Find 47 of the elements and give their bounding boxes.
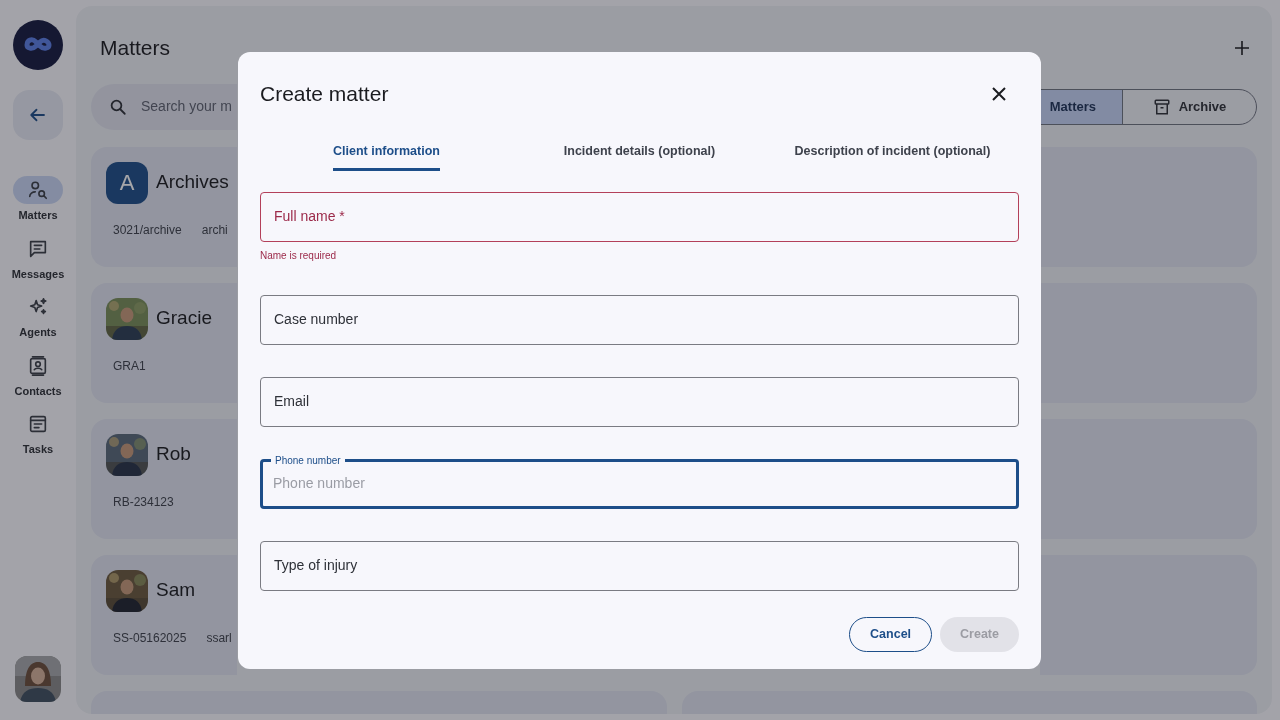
- matter-name: Gracie: [156, 306, 212, 331]
- matter-tag: archi: [201, 220, 228, 239]
- view-segment[interactable]: Archive: [1122, 89, 1256, 124]
- search-icon: [109, 97, 127, 116]
- matter-card[interactable]: [1040, 282, 1257, 403]
- matter-tag: SS-05162025: [113, 628, 187, 647]
- matter-tag: ssarl: [206, 628, 232, 647]
- form-tab[interactable]: Incident details (optional): [563, 135, 716, 171]
- back-button[interactable]: [13, 90, 63, 140]
- task-list-icon: [27, 413, 49, 435]
- matter-card[interactable]: [1040, 554, 1257, 675]
- nav-item[interactable]: Agents: [3, 293, 73, 341]
- contact-card-icon: [27, 354, 49, 377]
- form-tab[interactable]: Client information: [333, 135, 440, 171]
- nav-item[interactable]: Tasks: [3, 410, 73, 458]
- nav-item[interactable]: Matters: [3, 176, 73, 224]
- text-field[interactable]: Case number: [260, 294, 1019, 345]
- phone-input[interactable]: Phone number: [273, 473, 1016, 494]
- back-arrow-icon: [29, 106, 47, 124]
- page-title: Matters: [100, 35, 170, 61]
- error-message: Name is required: [260, 248, 338, 263]
- matter-name: Sam: [156, 578, 196, 603]
- dialog-title: Create matter: [260, 81, 389, 107]
- matter-tag: 3021/archive: [113, 220, 182, 239]
- person-search-icon: [27, 179, 49, 201]
- form-tab[interactable]: Description of incident (optional): [794, 135, 991, 171]
- matter-name: Archives: [156, 170, 229, 195]
- close-icon: [992, 86, 1006, 101]
- nav-item[interactable]: Contacts: [3, 351, 73, 399]
- text-field[interactable]: Email: [260, 376, 1019, 427]
- archive-box-icon: [1152, 97, 1171, 116]
- text-field[interactable]: Full name *: [260, 191, 1019, 242]
- matter-card[interactable]: Rob RB-234123: [91, 418, 237, 539]
- letter-avatar: A: [106, 161, 148, 204]
- search-field[interactable]: Search your m: [91, 83, 237, 130]
- text-field[interactable]: Type of injury: [260, 540, 1019, 591]
- matter-tag: GRA1: [113, 356, 146, 375]
- matter-card[interactable]: A Archives 3021/archive archi: [91, 146, 237, 267]
- matter-card[interactable]: [1040, 418, 1257, 539]
- nav-item[interactable]: Messages: [3, 234, 73, 282]
- add-icon[interactable]: [1234, 39, 1250, 56]
- matter-tag: RB-234123: [113, 492, 174, 511]
- matter-name: Rob: [156, 442, 191, 467]
- matter-card[interactable]: [1040, 146, 1257, 267]
- matter-card[interactable]: Gracie GRA1: [91, 282, 237, 403]
- logo-icon: [13, 20, 63, 70]
- matter-card[interactable]: Sam SS-05162025 ssarl: [91, 554, 237, 675]
